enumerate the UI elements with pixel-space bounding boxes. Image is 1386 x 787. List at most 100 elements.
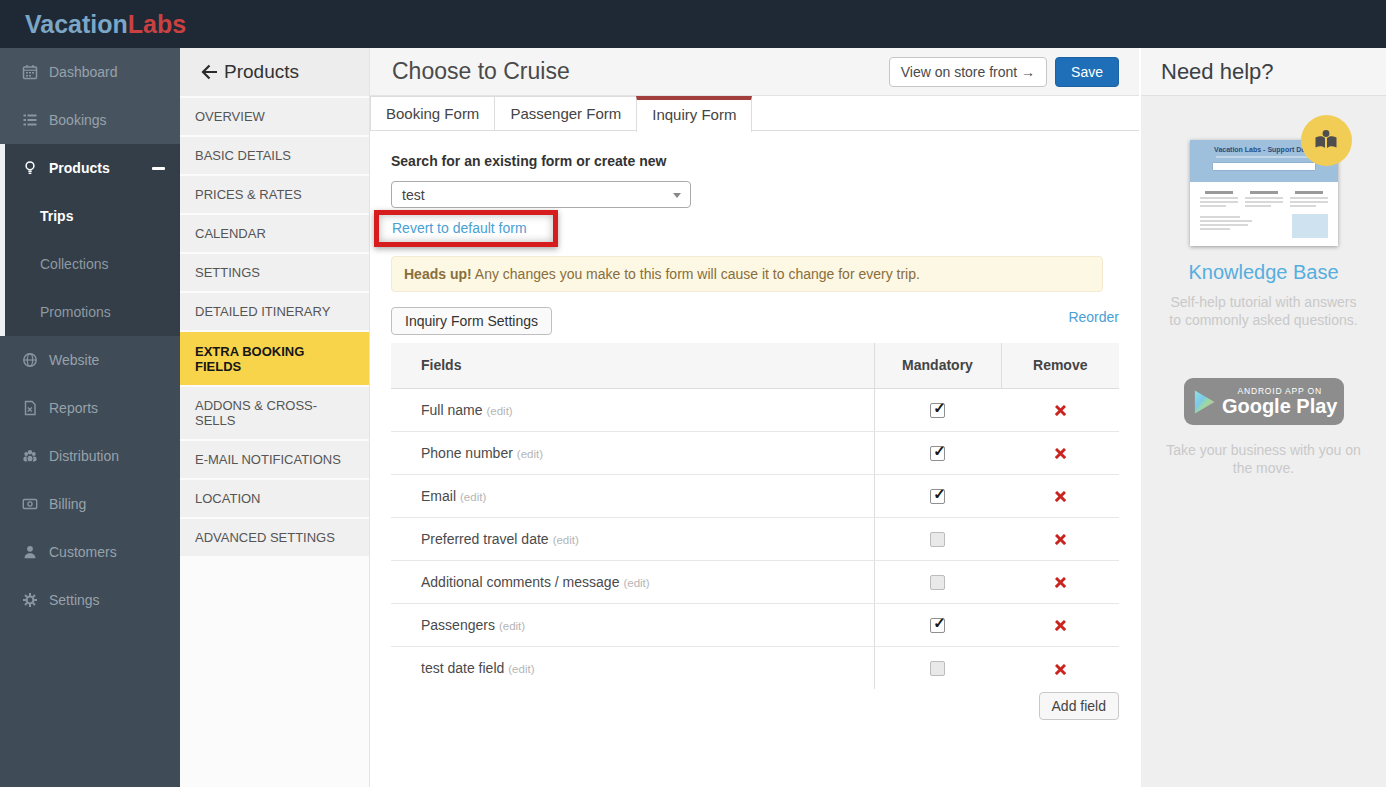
form-select[interactable]: test — [391, 181, 691, 208]
subnav-item-prices-rates[interactable]: PRICES & RATES — [180, 176, 369, 215]
reorder-link[interactable]: Reorder — [1068, 309, 1119, 325]
remove-icon[interactable]: ✖ — [1054, 663, 1067, 676]
revert-default-link[interactable]: Revert to default form — [392, 221, 527, 236]
subnav-item-basic-details[interactable]: BASIC DETAILS — [180, 137, 369, 176]
subnav-item-overview[interactable]: OVERVIEW — [180, 98, 369, 137]
sidebar-item-billing[interactable]: Billing — [0, 480, 180, 528]
field-name: Email — [421, 488, 456, 504]
col-header-mandatory: Mandatory — [874, 343, 1001, 388]
select-arrow-icon — [673, 193, 681, 198]
subnav-item-calendar[interactable]: CALENDAR — [180, 215, 369, 254]
sidebar-item-settings[interactable]: Settings — [0, 576, 180, 624]
remove-icon[interactable]: ✖ — [1054, 404, 1067, 417]
mandatory-checkbox[interactable] — [930, 446, 945, 461]
report-icon — [22, 400, 38, 416]
edit-link[interactable]: (edit) — [508, 663, 534, 675]
table-row: test date field (edit) ✖ — [391, 646, 1119, 689]
subnav-item-location[interactable]: LOCATION — [180, 480, 369, 519]
view-store-front-button[interactable]: View on store front → — [889, 57, 1047, 87]
form-select-value: test — [402, 187, 425, 203]
mandatory-checkbox[interactable] — [930, 489, 945, 504]
sidebar-item-label: Trips — [40, 208, 73, 224]
play-triangle-icon — [1194, 389, 1215, 415]
sidebar-item-products[interactable]: Products — [0, 144, 180, 192]
sidebar-item-reports[interactable]: Reports — [0, 384, 180, 432]
edit-link[interactable]: (edit) — [499, 620, 525, 632]
col-header-remove: Remove — [1001, 343, 1119, 388]
sidebar-item-label: Promotions — [40, 304, 111, 320]
edit-link[interactable]: (edit) — [517, 448, 543, 460]
subnav-item-extra-booking-fields[interactable]: EXTRA BOOKING FIELDS — [180, 332, 369, 387]
field-name: Passengers — [421, 617, 495, 633]
remove-icon[interactable]: ✖ — [1054, 447, 1067, 460]
edit-link[interactable]: (edit) — [460, 491, 486, 503]
field-name: Additional comments / message — [421, 574, 619, 590]
subnav-item-advanced-settings[interactable]: ADVANCED SETTINGS — [180, 519, 369, 558]
sidebar-item-bookings[interactable]: Bookings — [0, 96, 180, 144]
globe-icon — [22, 352, 38, 368]
sidebar-item-collections[interactable]: Collections — [0, 240, 180, 288]
sidebar-section-top: Dashboard Bookings — [0, 48, 180, 144]
sidebar-item-label: Bookings — [49, 112, 107, 128]
google-play-badge[interactable]: ANDROID APP ON Google Play — [1184, 378, 1344, 425]
sidebar-item-label: Website — [49, 352, 99, 368]
main-sidebar: Dashboard Bookings Products Trips Collec… — [0, 48, 180, 787]
remove-icon[interactable]: ✖ — [1054, 533, 1067, 546]
subnav-items: OVERVIEWBASIC DETAILSPRICES & RATESCALEN… — [180, 98, 369, 558]
subnav-item-settings[interactable]: SETTINGS — [180, 254, 369, 293]
collapse-minus-icon[interactable] — [152, 167, 165, 170]
tab-passenger-form[interactable]: Passenger Form — [494, 96, 637, 130]
sidebar-item-label: Reports — [49, 400, 98, 416]
subnav-header[interactable]: Products — [180, 48, 369, 96]
sidebar-item-promotions[interactable]: Promotions — [0, 288, 180, 336]
table-row: Full name(edit) ✖ — [391, 388, 1119, 431]
gear-icon — [22, 592, 38, 608]
knowledge-base-card[interactable]: Vacation Labs - Support Desk — [1190, 140, 1338, 246]
reading-icon — [1312, 127, 1340, 155]
back-arrow-icon[interactable] — [201, 64, 218, 80]
bulb-icon — [22, 160, 38, 176]
mandatory-checkbox[interactable] — [930, 661, 945, 676]
edit-link[interactable]: (edit) — [553, 534, 579, 546]
sidebar-item-trips[interactable]: Trips — [0, 192, 180, 240]
remove-icon[interactable]: ✖ — [1054, 490, 1067, 503]
mandatory-checkbox[interactable] — [930, 403, 945, 418]
sidebar-section-bottom: Website Reports Distribution Billing Cus… — [0, 336, 180, 624]
mandatory-checkbox[interactable] — [930, 618, 945, 633]
table-row: Preferred travel date(edit) ✖ — [391, 517, 1119, 560]
table-row: Phone number(edit) ✖ — [391, 431, 1119, 474]
sidebar-item-label: Distribution — [49, 448, 119, 464]
calendar-icon — [22, 64, 38, 80]
help-sidebar: Need help? Vacation Labs - Support Desk … — [1141, 48, 1386, 787]
subnav-item-e-mail-notifications[interactable]: E-MAIL NOTIFICATIONS — [180, 441, 369, 480]
mandatory-checkbox[interactable] — [930, 575, 945, 590]
add-field-button[interactable]: Add field — [1039, 692, 1119, 720]
save-button[interactable]: Save — [1055, 57, 1119, 87]
vacationlabs-logo[interactable]: VacationLabs — [25, 10, 186, 39]
sidebar-item-distribution[interactable]: Distribution — [0, 432, 180, 480]
subnav-item-addons-cross-sells[interactable]: ADDONS & CROSS-SELLS — [180, 387, 369, 441]
sidebar-item-dashboard[interactable]: Dashboard — [0, 48, 180, 96]
field-name: test date field — [421, 660, 504, 676]
sidebar-item-label: Collections — [40, 256, 108, 272]
tab-inquiry-form[interactable]: Inquiry Form — [636, 96, 752, 132]
knowledge-base-link[interactable]: Knowledge Base — [1141, 261, 1386, 284]
tab-booking-form[interactable]: Booking Form — [370, 96, 495, 130]
sidebar-item-label: Settings — [49, 592, 100, 608]
help-header: Need help? — [1141, 48, 1386, 96]
table-row: Additional comments / message (edit) ✖ — [391, 560, 1119, 603]
remove-icon[interactable]: ✖ — [1054, 619, 1067, 632]
sidebar-item-customers[interactable]: Customers — [0, 528, 180, 576]
annotation-highlight-box: Revert to default form — [374, 210, 558, 247]
sidebar-item-website[interactable]: Website — [0, 336, 180, 384]
sidebar-item-label: Products — [49, 160, 110, 176]
fields-table: Fields Mandatory Remove Full name(edit) … — [391, 343, 1119, 689]
mandatory-checkbox[interactable] — [930, 532, 945, 547]
inquiry-form-settings-button[interactable]: Inquiry Form Settings — [391, 307, 552, 335]
knowledge-base-text: Self-help tutorial with answers to commo… — [1166, 293, 1361, 329]
subnav-item-detailed-itinerary[interactable]: DETAILED ITINERARY — [180, 293, 369, 332]
remove-icon[interactable]: ✖ — [1054, 576, 1067, 589]
edit-link[interactable]: (edit) — [486, 405, 512, 417]
edit-link[interactable]: (edit) — [623, 577, 649, 589]
form-tabs: Booking FormPassenger FormInquiry Form — [370, 96, 1139, 131]
